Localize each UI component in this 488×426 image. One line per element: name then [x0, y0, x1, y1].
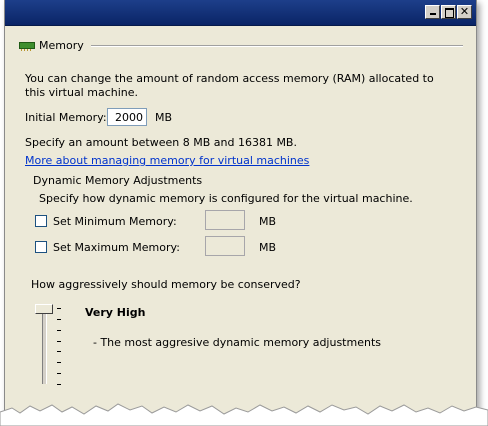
slider-tick — [57, 362, 61, 363]
slider-tick — [57, 330, 61, 331]
conservation-level-description: - The most aggresive dynamic memory adju… — [93, 336, 381, 349]
conservation-level-title: Very High — [85, 306, 146, 319]
close-icon: ✕ — [459, 5, 470, 18]
memory-settings-panel: Memory You can change the amount of rand… — [11, 38, 469, 426]
dynamic-memory-title: Dynamic Memory Adjustments — [33, 174, 203, 187]
minimize-button[interactable] — [425, 5, 440, 19]
slider-tick — [57, 351, 61, 352]
maximum-memory-input — [205, 236, 245, 256]
slider-tick — [57, 341, 61, 342]
conservation-slider-track[interactable] — [42, 306, 47, 384]
memory-range-hint: Specify an amount between 8 MB and 16381… — [25, 136, 297, 149]
maximize-button[interactable] — [441, 5, 456, 19]
slider-tick — [57, 384, 61, 385]
screenshot: ✕ Memory You can change the amount of ra… — [0, 0, 488, 426]
memory-help-link[interactable]: More about managing memory for virtual m… — [25, 154, 309, 167]
dynamic-memory-subtitle: Specify how dynamic memory is configured… — [39, 192, 413, 205]
slider-tick — [57, 373, 61, 374]
set-maximum-memory-checkbox[interactable] — [35, 241, 47, 253]
maximum-memory-unit: MB — [259, 241, 277, 254]
maximize-icon — [445, 8, 454, 18]
minimum-memory-unit: MB — [259, 215, 277, 228]
caption-buttons: ✕ — [425, 5, 472, 19]
minimize-icon — [430, 13, 436, 15]
slider-tick — [57, 308, 61, 309]
initial-memory-input[interactable] — [107, 108, 147, 126]
minimum-memory-input — [205, 210, 245, 230]
memory-chip-icon — [19, 42, 35, 51]
dialog-window: ✕ Memory You can change the amount of ra… — [4, 0, 477, 426]
memory-group-header: Memory — [11, 38, 469, 54]
set-maximum-memory-label[interactable]: Set Maximum Memory: — [53, 241, 180, 254]
memory-description: You can change the amount of random acce… — [25, 72, 434, 99]
torn-paper-edge — [0, 403, 488, 426]
set-minimum-memory-label[interactable]: Set Minimum Memory: — [53, 215, 177, 228]
group-divider — [91, 45, 463, 47]
title-bar[interactable]: ✕ — [5, 0, 476, 26]
memory-group-title: Memory — [39, 39, 84, 52]
close-button[interactable]: ✕ — [457, 5, 472, 19]
conservation-question: How aggressively should memory be conser… — [31, 278, 301, 291]
initial-memory-unit: MB — [155, 111, 173, 124]
initial-memory-label: Initial Memory: — [25, 111, 107, 124]
set-minimum-memory-checkbox[interactable] — [35, 215, 47, 227]
conservation-slider-thumb[interactable] — [35, 304, 53, 314]
slider-tick — [57, 319, 61, 320]
